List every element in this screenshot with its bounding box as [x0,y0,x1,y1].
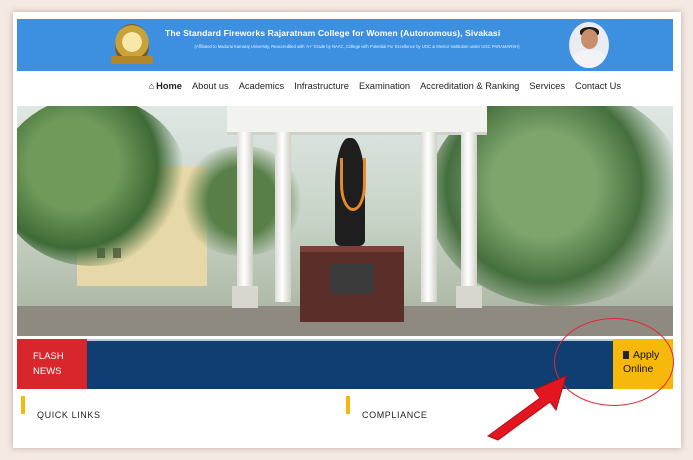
pavilion-pillar [237,132,253,302]
founder-portrait [569,22,609,68]
pavilion-roof [227,106,487,135]
compliance-marker [346,396,350,414]
quick-links-heading: QUICK LINKS [37,410,101,420]
ticker-strip [87,339,613,341]
nav-contact[interactable]: Contact Us [575,81,621,91]
pavilion-pillar [275,132,291,302]
nav-about[interactable]: About us [192,81,229,91]
section-headings: QUICK LINKS COMPLIANCE [17,394,673,436]
pavilion-pillar [461,132,477,302]
nav-services[interactable]: Services [529,81,565,91]
portrait-face [581,29,598,49]
main-nav: ⌂ Home About us Academics Infrastructure … [17,76,673,96]
compliance-heading: COMPLIANCE [362,410,428,420]
home-icon: ⌂ [148,81,155,91]
flash-line-2: NEWS [33,366,62,377]
college-subtitle: (Affiliated to Madurai Kamaraj Universit… [194,44,520,49]
pillar-base [232,286,258,308]
header-banner: The Standard Fireworks Rajaratnam Colleg… [17,19,673,71]
nav-infrastructure[interactable]: Infrastructure [294,81,349,91]
pedestal-plaque [330,264,374,294]
nav-home-label: Home [156,81,182,91]
pillar-base [456,286,482,308]
quick-links-marker [21,396,25,414]
nav-accreditation[interactable]: Accreditation & Ranking [420,81,519,91]
logo-ribbon [111,56,153,64]
hero-campus-image [17,106,673,336]
nav-home[interactable]: ⌂ Home [149,81,182,91]
nav-examination[interactable]: Examination [359,81,410,91]
statue-garland [340,158,366,211]
college-name: The Standard Fireworks Rajaratnam Colleg… [165,28,501,38]
pavilion-pillar [421,132,437,302]
flash-news-label: FLASH NEWS [17,339,87,389]
nav-academics[interactable]: Academics [239,81,284,91]
portrait-shirt [573,50,606,68]
flash-line-1: FLASH [33,351,64,362]
